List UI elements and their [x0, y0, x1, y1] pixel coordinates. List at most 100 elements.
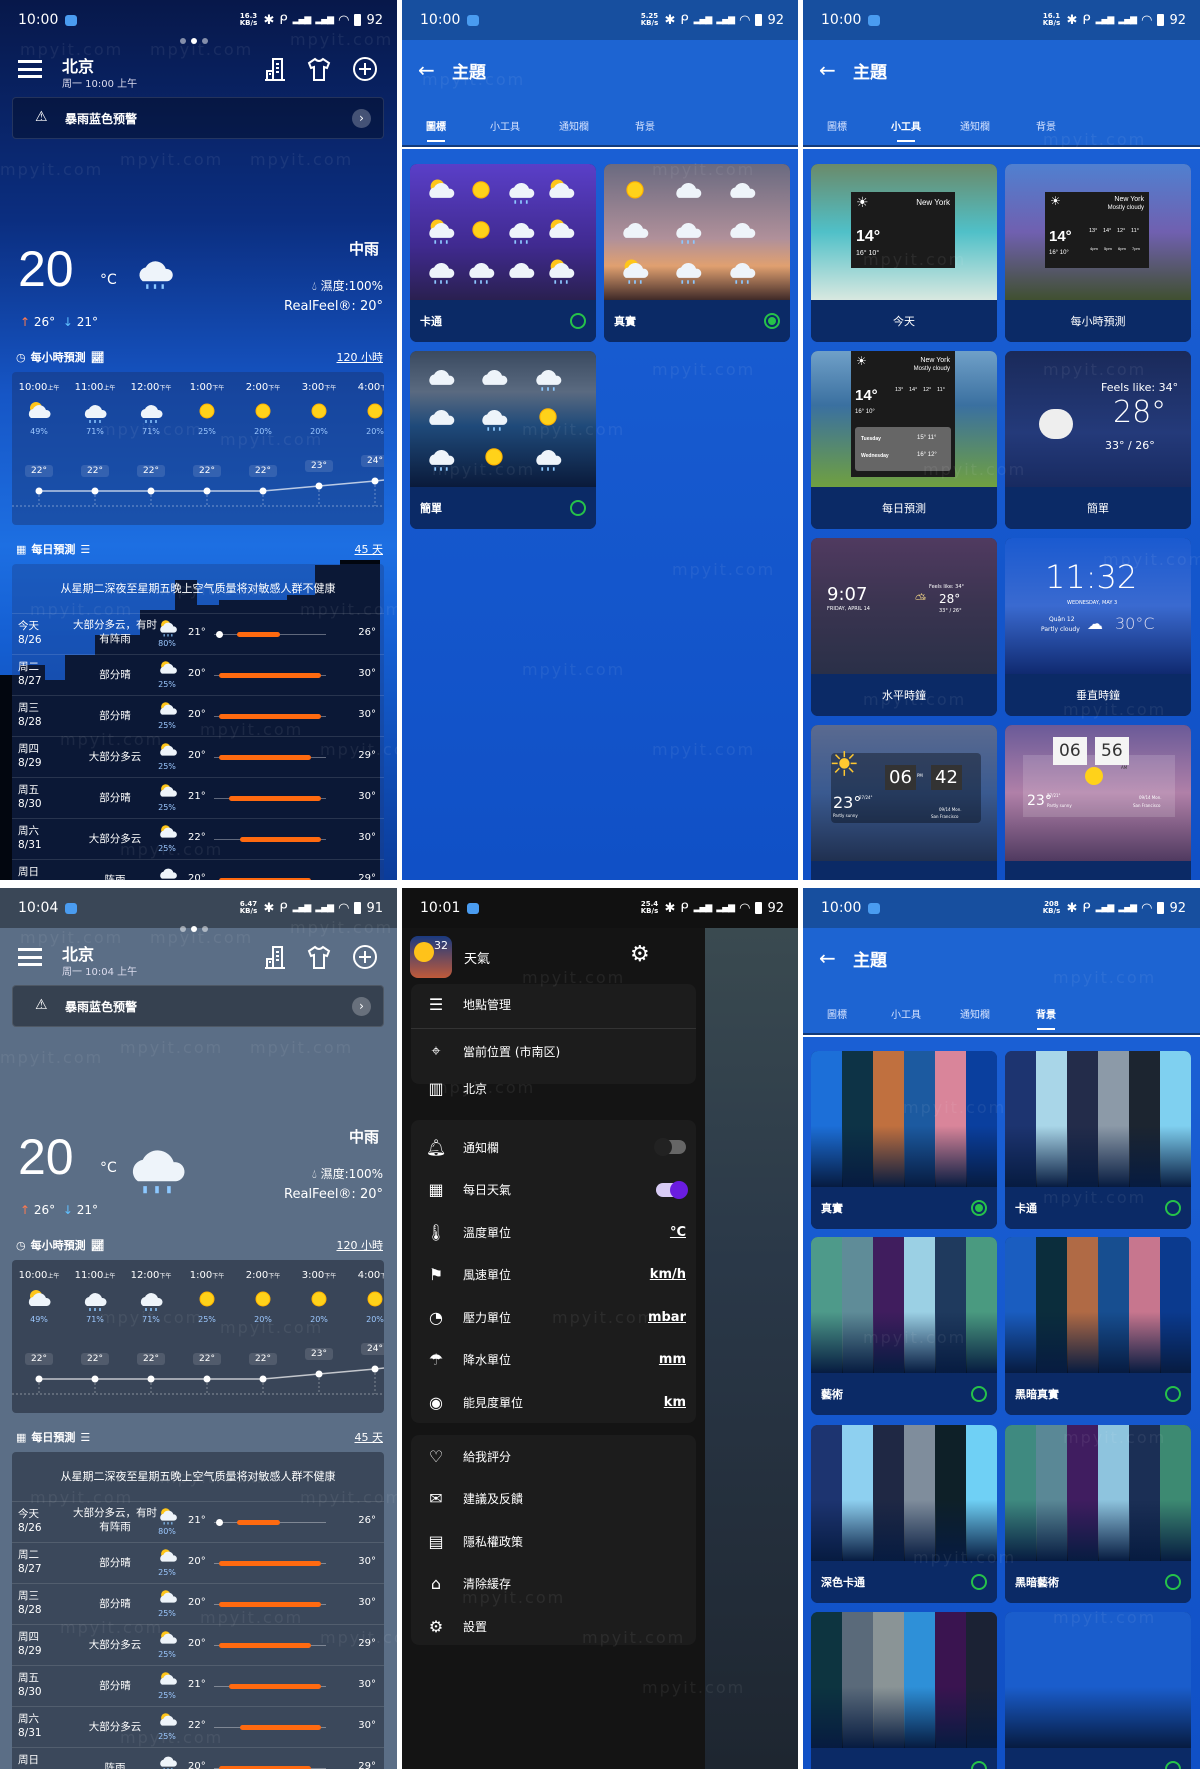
widget-theme-card[interactable]: Feels like: 34° 28° 33° / 26° 簡單: [1005, 351, 1191, 529]
toggle-off[interactable]: [654, 1138, 686, 1156]
daily-row[interactable]: 周日 阵雨 20° 29°: [12, 1747, 384, 1769]
settings-item[interactable]: ☂ 降水單位 mm: [411, 1342, 696, 1378]
daily-row[interactable]: 周二 8/27 部分晴 25% 20° 30°: [12, 654, 384, 695]
selection-radio[interactable]: [971, 1386, 987, 1402]
background-theme-card[interactable]: 深色卡通: [811, 1425, 997, 1603]
tab-icons[interactable]: 圖標: [827, 118, 847, 133]
tab-widgets[interactable]: 小工具: [891, 1006, 921, 1021]
daily-row[interactable]: 周四 8/29 大部分多云 25% 20° 29°: [12, 1624, 384, 1665]
widget-theme-card[interactable]: New York Mostly cloudy ☀ 14° 16° 10° 13° 4pm 14…: [1005, 164, 1191, 342]
daily-row[interactable]: 周六 8/31 大部分多云 25% 22° 30°: [12, 818, 384, 859]
add-location-icon[interactable]: [352, 56, 378, 82]
tab-icons[interactable]: 圖標: [827, 1006, 847, 1021]
widget-theme-card[interactable]: ☀ 06 PM 42 23° 27/24° Partly sunny 09/14 Mon. Sa…: [811, 725, 997, 880]
daily-row[interactable]: 今天 8/26 大部分多云，有时有阵雨 80% 21° 26°: [12, 613, 384, 654]
tab-icons[interactable]: 圖標: [426, 118, 446, 133]
icon-theme-card[interactable]: 真實: [604, 164, 790, 342]
daily-row[interactable]: 周日 阵雨 20° 29°: [12, 859, 384, 880]
theme-shirt-icon[interactable]: [306, 944, 332, 970]
settings-item[interactable]: ◉ 能見度單位 km: [411, 1384, 696, 1420]
building-icon[interactable]: [262, 56, 288, 82]
daily-row[interactable]: 周三 8/28 部分晴 25% 20° 30°: [12, 695, 384, 736]
building-icon[interactable]: [262, 944, 288, 970]
daily-row[interactable]: 周六 8/31 大部分多云 25% 22° 30°: [12, 1706, 384, 1747]
tab-widgets[interactable]: 小工具: [891, 118, 921, 133]
selection-radio[interactable]: [971, 1200, 987, 1216]
background-theme-card[interactable]: 藝術: [811, 1237, 997, 1415]
widget-theme-card[interactable]: 11:32 WEDNESDAY, MAY 3 Quận 12 Partly cloud…: [1005, 538, 1191, 716]
daily-45d-link[interactable]: 45 天: [355, 1429, 384, 1445]
selection-radio[interactable]: [1165, 1386, 1181, 1402]
unit-value[interactable]: km/h: [650, 1267, 686, 1282]
menu-item[interactable]: ▤ 隱私權政策: [411, 1523, 696, 1559]
add-location-icon[interactable]: [352, 944, 378, 970]
back-arrow-icon[interactable]: ←: [819, 58, 836, 82]
chevron-right-icon[interactable]: ›: [352, 997, 371, 1016]
menu-item[interactable]: ⌂ 清除緩存: [411, 1566, 696, 1602]
dimmed-main-screen[interactable]: [705, 928, 798, 1769]
back-arrow-icon[interactable]: ←: [819, 946, 836, 970]
menu-item[interactable]: ✉ 建議及反饋: [411, 1481, 696, 1517]
settings-item[interactable]: ▦ 每日天氣: [411, 1172, 696, 1208]
menu-item[interactable]: ♡ 給我評分: [411, 1438, 696, 1474]
background-theme-card[interactable]: [1005, 1612, 1191, 1769]
tab-notification[interactable]: 通知欄: [960, 118, 990, 133]
hourly-120h-link[interactable]: 120 小時: [337, 1237, 384, 1253]
menu-icon[interactable]: [18, 60, 42, 78]
unit-value[interactable]: km: [664, 1395, 686, 1410]
background-theme-card[interactable]: 黑暗藝術: [1005, 1425, 1191, 1603]
chevron-right-icon[interactable]: ›: [352, 109, 371, 128]
menu-item[interactable]: ⚙ 設置: [411, 1608, 696, 1644]
settings-gear-icon[interactable]: ⚙: [630, 942, 650, 967]
tab-background[interactable]: 背景: [1036, 118, 1056, 133]
settings-item[interactable]: ⚑ 風速單位 km/h: [411, 1257, 696, 1293]
unit-value[interactable]: mm: [659, 1352, 686, 1367]
tab-notification[interactable]: 通知欄: [960, 1006, 990, 1021]
tab-background[interactable]: 背景: [635, 118, 655, 133]
selection-radio[interactable]: [570, 500, 586, 516]
weather-alert-banner[interactable]: ⚠ 暴雨蓝色预警 ›: [12, 985, 384, 1027]
daily-forecast-card[interactable]: 从星期二深夜至星期五晚上空气质量将对敏感人群不健康 今天 8/26 大部分多云，有…: [12, 564, 384, 880]
widget-theme-card[interactable]: 06 56 AM 23° 27/21° Partly sunny 09/14 Mon. San…: [1005, 725, 1191, 880]
weather-alert-banner[interactable]: ⚠ 暴雨蓝色预警 ›: [12, 97, 384, 139]
unit-value[interactable]: mbar: [648, 1310, 686, 1325]
icon-theme-card[interactable]: 簡單: [410, 351, 596, 529]
widget-theme-card[interactable]: New York ☀ 14° 16° 10° 今天: [811, 164, 997, 342]
selection-radio[interactable]: [1165, 1200, 1181, 1216]
chart-icon[interactable]: 📈︎: [91, 1239, 105, 1252]
hourly-120h-link[interactable]: 120 小時: [337, 349, 384, 365]
daily-row[interactable]: 周二 8/27 部分晴 25% 20° 30°: [12, 1542, 384, 1583]
daily-row[interactable]: 今天 8/26 大部分多云，有时有阵雨 80% 21° 26°: [12, 1501, 384, 1542]
page-indicator[interactable]: [180, 926, 208, 932]
daily-row[interactable]: 周三 8/28 部分晴 25% 20° 30°: [12, 1583, 384, 1624]
hourly-forecast-card[interactable]: 10:00上午 49% 22° 11:00上午 71% 22° 12:00下午 …: [12, 372, 384, 525]
background-theme-card[interactable]: 卡通: [1005, 1051, 1191, 1229]
tab-widgets[interactable]: 小工具: [490, 118, 520, 133]
tab-notification[interactable]: 通知欄: [559, 118, 589, 133]
icon-theme-card[interactable]: 卡通: [410, 164, 596, 342]
back-arrow-icon[interactable]: ←: [418, 58, 435, 82]
tab-background[interactable]: 背景: [1036, 1006, 1056, 1021]
daily-45d-link[interactable]: 45 天: [355, 541, 384, 557]
widget-theme-card[interactable]: New York Mostly cloudy ☀ 14° 16° 10° 13° 14° 12…: [811, 351, 997, 529]
daily-forecast-card[interactable]: 从星期二深夜至星期五晚上空气质量将对敏感人群不健康 今天 8/26 大部分多云，有…: [12, 1452, 384, 1769]
list-icon[interactable]: ☰: [80, 543, 90, 556]
location-item[interactable]: ⌖ 當前位置 (市南区): [411, 1035, 696, 1067]
list-icon[interactable]: ☰: [80, 1431, 90, 1444]
settings-item[interactable]: ◔ 壓力單位 mbar: [411, 1299, 696, 1335]
theme-shirt-icon[interactable]: [306, 56, 332, 82]
toggle-on[interactable]: [656, 1180, 688, 1199]
location-item[interactable]: ▥ 北京: [411, 1072, 696, 1104]
chart-icon[interactable]: 📈︎: [91, 351, 105, 364]
background-theme-card[interactable]: [811, 1612, 997, 1769]
unit-value[interactable]: °C: [670, 1225, 686, 1240]
settings-item[interactable]: 🌡︎ 溫度單位 °C: [411, 1214, 696, 1250]
menu-icon[interactable]: [18, 948, 42, 966]
menu-item-location-management[interactable]: ☰ 地點管理: [411, 986, 696, 1022]
widget-theme-card[interactable]: 9:07 FRIDAY, APRIL 14 Feels like: 34° ⛅︎ 28°…: [811, 538, 997, 716]
selection-radio[interactable]: [570, 313, 586, 329]
daily-row[interactable]: 周五 8/30 部分晴 25% 21° 30°: [12, 1665, 384, 1706]
page-indicator[interactable]: [180, 38, 208, 44]
background-theme-card[interactable]: 真實: [811, 1051, 997, 1229]
selection-radio[interactable]: [971, 1574, 987, 1590]
